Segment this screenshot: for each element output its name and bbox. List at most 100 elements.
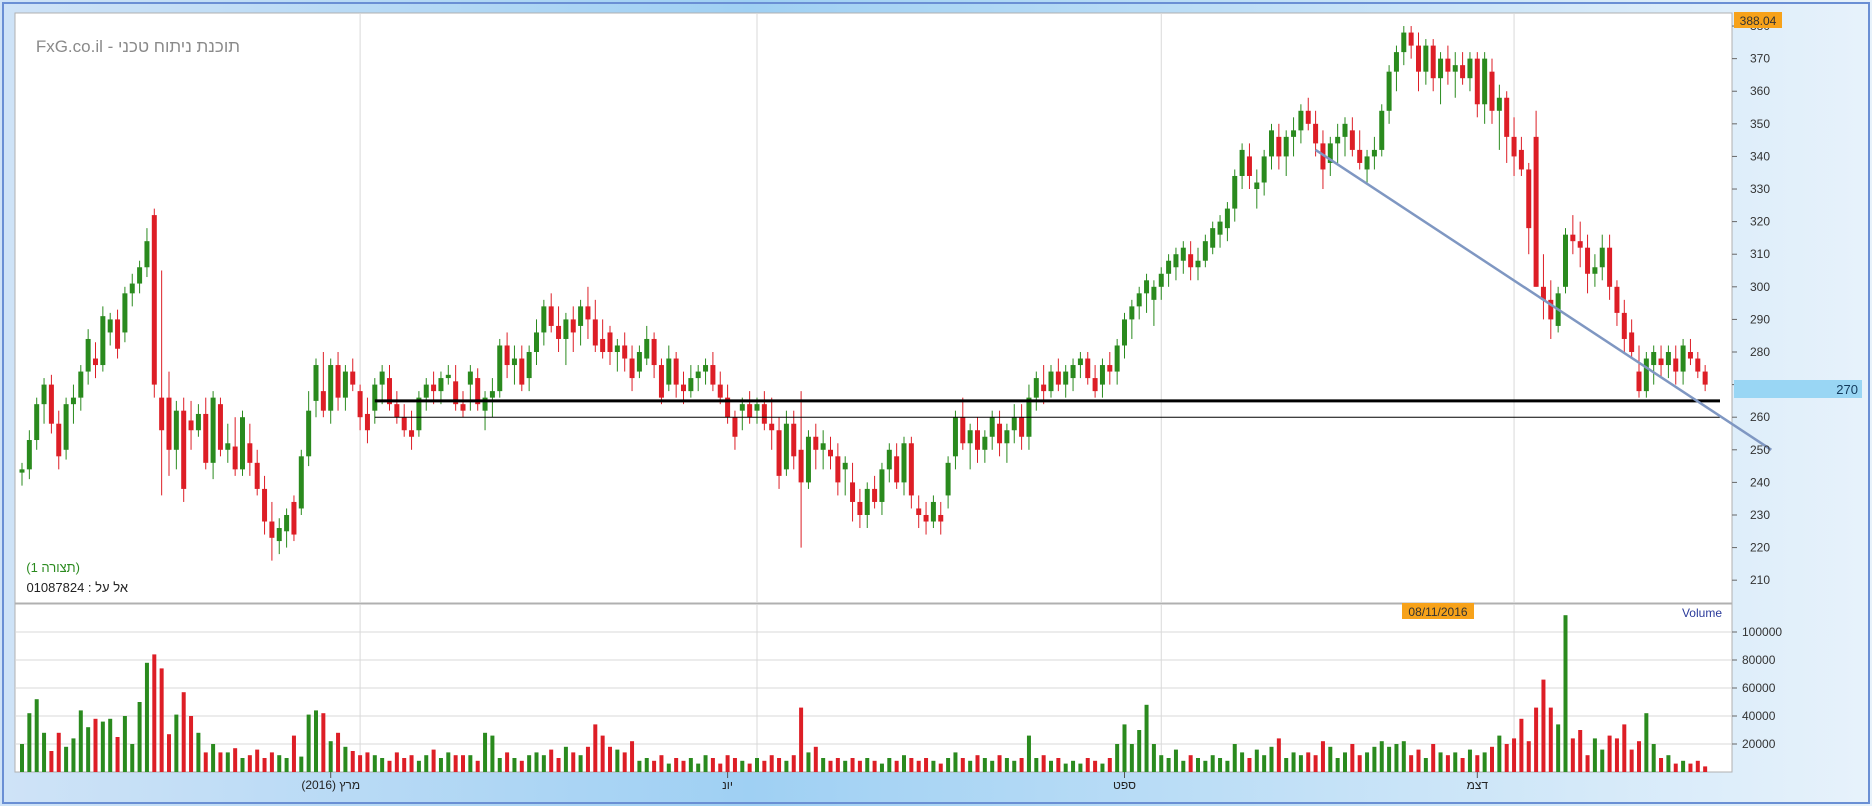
candle-body <box>1423 45 1429 72</box>
volume-bar <box>578 755 583 772</box>
volume-bar <box>688 758 693 772</box>
volume-bar <box>1049 760 1053 772</box>
candle-body <box>195 413 201 431</box>
volume-bar <box>358 755 363 772</box>
volume-bar <box>189 716 194 772</box>
candle-body <box>188 420 194 431</box>
candle-body <box>129 283 135 294</box>
volume-bar <box>1460 758 1465 772</box>
volume-bar <box>1482 752 1487 772</box>
price-tick-label: 370 <box>1750 52 1770 66</box>
candle-body <box>614 345 620 353</box>
candle-body <box>1673 358 1679 372</box>
volume-bar <box>755 758 759 772</box>
candle-body <box>997 423 1003 444</box>
volume-bar <box>953 752 958 772</box>
candle-body <box>1680 345 1686 372</box>
candle-body <box>394 404 400 418</box>
candle-body <box>681 384 686 392</box>
volume-bar <box>556 758 561 772</box>
candle-body <box>151 215 157 385</box>
candle-body <box>960 417 966 444</box>
candle-body <box>1518 149 1524 170</box>
volume-bar <box>821 758 826 772</box>
volume-bar <box>924 758 929 772</box>
volume-bar <box>108 718 113 772</box>
volume-bar <box>519 760 524 772</box>
candle-body <box>1643 358 1649 392</box>
volume-label: Volume <box>1682 606 1722 620</box>
volume-tick-label: 40000 <box>1742 709 1776 723</box>
price-tick-label: 300 <box>1750 280 1770 294</box>
price-tick-label: 260 <box>1750 410 1770 424</box>
volume-bar <box>1490 746 1494 772</box>
volume-bar <box>328 741 333 772</box>
candle-body <box>504 345 510 366</box>
volume-bar <box>894 760 899 772</box>
volume-bar <box>1541 679 1546 772</box>
candle-body <box>1379 110 1385 150</box>
candle-body <box>783 423 789 470</box>
volume-bar <box>608 746 612 772</box>
candle-body <box>240 417 245 470</box>
candle-body <box>26 440 32 470</box>
candle-body <box>342 371 348 398</box>
volume-bar <box>630 741 635 772</box>
candle-body <box>328 365 334 411</box>
candle-body <box>416 397 422 431</box>
volume-bar <box>1570 738 1575 772</box>
candle-body <box>48 384 54 424</box>
candle-body <box>982 436 988 450</box>
candle-body <box>872 488 878 502</box>
candle-body <box>1482 58 1488 105</box>
candle-body <box>166 397 172 450</box>
candle-body <box>930 501 936 522</box>
candle-body <box>864 488 870 515</box>
candle-body <box>306 410 312 457</box>
volume-bar <box>446 752 451 772</box>
candle-body <box>1349 130 1355 150</box>
candle-body <box>350 371 356 385</box>
volume-bar <box>350 751 355 772</box>
candle-body <box>137 267 143 284</box>
volume-bar <box>1151 744 1156 772</box>
candle-body <box>1291 130 1297 137</box>
candle-body <box>372 384 378 411</box>
volume-bar <box>806 752 811 772</box>
volume-bar <box>1306 752 1311 772</box>
volume-bar <box>1592 738 1597 772</box>
candle-body <box>203 413 209 463</box>
volume-bar <box>314 710 318 772</box>
volume-bar <box>167 734 171 772</box>
volume-bar <box>585 746 590 772</box>
candle-body <box>658 365 664 398</box>
volume-bar <box>218 752 223 772</box>
candle-body <box>592 319 598 346</box>
price-tick-label: 210 <box>1750 573 1770 587</box>
candle-body <box>1195 260 1201 268</box>
volume-bar <box>1093 760 1098 772</box>
candle-body <box>1114 345 1120 372</box>
volume-bar <box>1173 749 1178 772</box>
volume-bar <box>1379 741 1384 772</box>
candle-body <box>754 404 760 411</box>
volume-bar <box>174 714 179 772</box>
volume-bar <box>777 758 782 772</box>
volume-bar <box>1578 730 1583 772</box>
volume-bar <box>1313 755 1318 772</box>
price-tick-label: 240 <box>1750 475 1770 489</box>
volume-bar <box>1703 766 1708 772</box>
candle-body <box>1202 241 1208 261</box>
candle-body <box>1585 247 1591 274</box>
volume-bar <box>152 654 157 772</box>
volume-bar <box>321 713 326 772</box>
volume-bar <box>1556 724 1561 772</box>
volume-bar <box>1534 707 1539 772</box>
candle-body <box>1173 254 1179 268</box>
volume-bar <box>1166 758 1171 772</box>
candle-body <box>107 319 113 333</box>
volume-bar <box>211 744 216 772</box>
volume-bar <box>1328 746 1333 772</box>
volume-bar <box>505 752 510 772</box>
candle-body <box>1445 58 1451 72</box>
